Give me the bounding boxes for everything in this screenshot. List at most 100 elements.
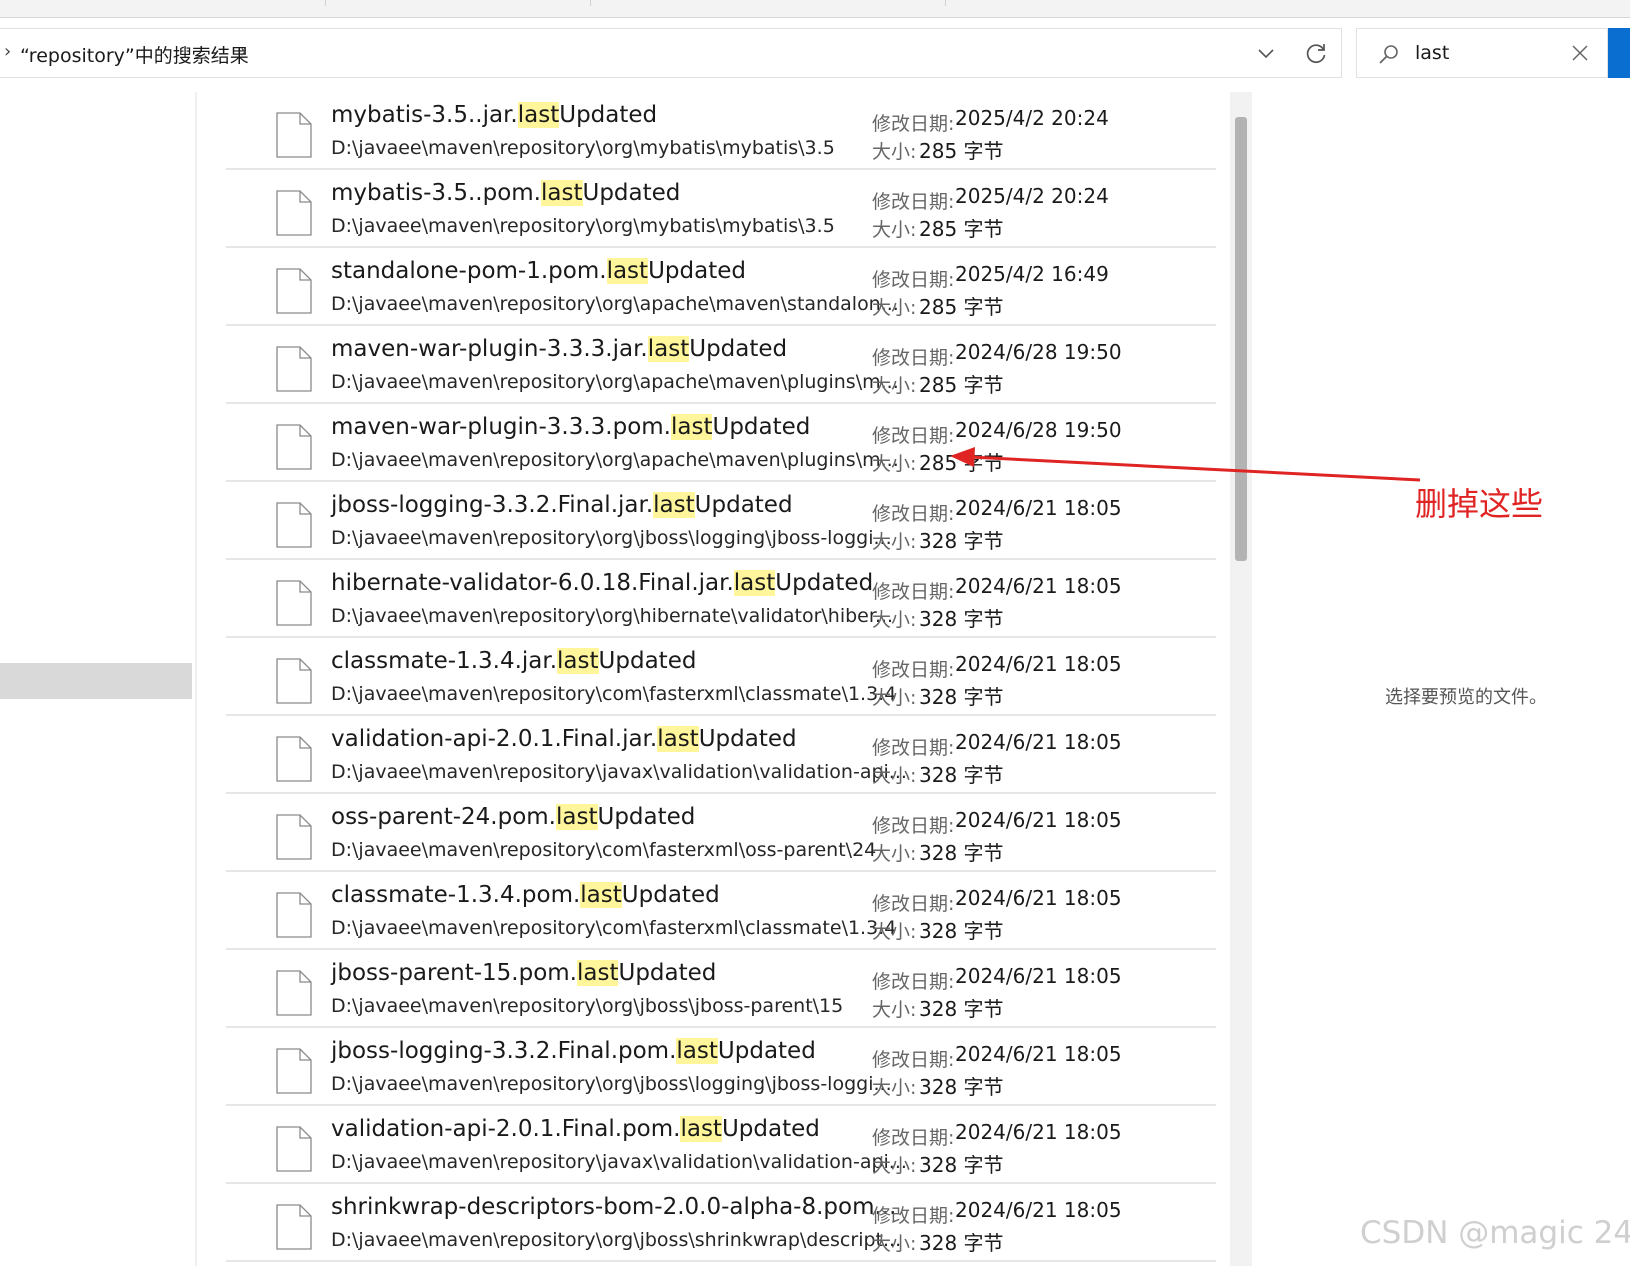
modified-label: 修改日期: xyxy=(872,113,955,135)
search-term-highlight: last xyxy=(517,102,560,128)
modified-date: 2024/6/21 18:05 xyxy=(955,652,1122,676)
file-name-prefix: hibernate-validator-6.0.18.Final.jar. xyxy=(331,570,734,596)
breadcrumb-chevron-right[interactable]: › xyxy=(240,41,247,62)
result-row[interactable]: hibernate-validator-6.0.18.Final.jar.las… xyxy=(226,560,1216,638)
file-icon xyxy=(276,580,312,626)
file-name-suffix: Updated xyxy=(694,492,793,518)
size-label: 大小: xyxy=(872,219,917,241)
file-name-suffix: Updated xyxy=(698,726,797,752)
result-row[interactable]: shrinkwrap-descriptors-bom-2.0.0-alpha-8… xyxy=(226,1184,1216,1262)
modified-label: 修改日期: xyxy=(872,737,955,759)
tab-separator xyxy=(590,0,591,6)
scrollbar-thumb[interactable] xyxy=(1235,117,1247,561)
file-path: D:\javaee\maven\repository\org\apache\ma… xyxy=(331,371,899,393)
file-icon xyxy=(276,736,312,782)
result-row[interactable]: validation-api-2.0.1.Final.jar.lastUpdat… xyxy=(226,716,1216,794)
search-term-highlight: last xyxy=(647,336,690,362)
search-term-highlight: last xyxy=(606,258,649,284)
file-path: D:\javaee\maven\repository\org\jboss\jbo… xyxy=(331,995,844,1017)
file-name[interactable]: mybatis-3.5..jar.lastUpdated xyxy=(331,102,657,128)
result-row[interactable]: oss-parent-24.pom.lastUpdated D:\javaee\m… xyxy=(226,794,1216,872)
file-path: D:\javaee\maven\repository\org\mybatis\m… xyxy=(331,137,835,159)
result-row[interactable]: jboss-logging-3.3.2.Final.pom.lastUpdate… xyxy=(226,1028,1216,1106)
file-name[interactable]: jboss-parent-15.pom.lastUpdated xyxy=(331,960,716,986)
file-path: D:\javaee\maven\repository\org\jboss\log… xyxy=(331,527,892,549)
file-name[interactable]: jboss-logging-3.3.2.Final.pom.lastUpdate… xyxy=(331,1038,816,1064)
chevron-down-icon[interactable] xyxy=(1255,43,1277,65)
result-row[interactable]: maven-war-plugin-3.3.3.pom.lastUpdated D:… xyxy=(226,404,1216,482)
modified-label: 修改日期: xyxy=(872,581,955,603)
file-name[interactable]: validation-api-2.0.1.Final.jar.lastUpdat… xyxy=(331,726,797,752)
file-name[interactable]: standalone-pom-1.pom.lastUpdated xyxy=(331,258,746,284)
file-path: D:\javaee\maven\repository\javax\validat… xyxy=(331,1151,907,1173)
file-size: 285 字节 xyxy=(919,139,1004,163)
file-size: 328 字节 xyxy=(919,763,1004,787)
result-row[interactable]: validation-api-2.0.1.Final.pom.lastUpdat… xyxy=(226,1106,1216,1184)
breadcrumb-chevron-left[interactable]: › xyxy=(4,41,11,62)
file-name-suffix: Updated xyxy=(721,1116,820,1142)
file-name[interactable]: hibernate-validator-6.0.18.Final.jar.las… xyxy=(331,570,873,596)
file-name-prefix: classmate-1.3.4.pom. xyxy=(331,882,581,908)
result-row[interactable]: classmate-1.3.4.pom.lastUpdated D:\javaee… xyxy=(226,872,1216,950)
file-path: D:\javaee\maven\repository\org\jboss\shr… xyxy=(331,1229,902,1251)
file-name[interactable]: mybatis-3.5..pom.lastUpdated xyxy=(331,180,680,206)
file-name-suffix: Updated xyxy=(618,960,717,986)
search-go-button[interactable] xyxy=(1608,28,1630,78)
file-name[interactable]: classmate-1.3.4.jar.lastUpdated xyxy=(331,648,696,674)
search-box[interactable]: last xyxy=(1356,28,1608,78)
refresh-icon[interactable] xyxy=(1303,41,1329,67)
result-row[interactable]: standalone-pom-1.pom.lastUpdated D:\javae… xyxy=(226,248,1216,326)
file-icon xyxy=(276,1126,312,1172)
breadcrumb-location[interactable]: “repository”中的搜索结果 xyxy=(20,41,249,68)
search-term-highlight: last xyxy=(680,1116,722,1142)
file-name[interactable]: jboss-logging-3.3.2.Final.jar.lastUpdate… xyxy=(331,492,793,518)
search-term-highlight: last xyxy=(557,648,599,674)
address-bar[interactable]: › “repository”中的搜索结果 › xyxy=(0,28,1342,78)
result-row[interactable]: jboss-parent-15.pom.lastUpdated D:\javaee… xyxy=(226,950,1216,1028)
modified-date: 2024/6/21 18:05 xyxy=(955,886,1122,910)
navigation-pane xyxy=(0,78,192,1266)
modified-date: 2024/6/21 18:05 xyxy=(955,964,1122,988)
size-label: 大小: xyxy=(872,141,917,163)
file-name-suffix: Updated xyxy=(559,102,658,128)
file-name-prefix: validation-api-2.0.1.Final.jar. xyxy=(331,726,658,752)
file-path: D:\javaee\maven\repository\org\apache\ma… xyxy=(331,449,899,471)
result-row[interactable]: mybatis-3.5..jar.lastUpdated D:\javaee\ma… xyxy=(226,92,1216,170)
file-name-suffix: Updated xyxy=(775,570,874,596)
file-name[interactable]: shrinkwrap-descriptors-bom-2.0.0-alpha-8… xyxy=(331,1194,896,1220)
file-name-prefix: maven-war-plugin-3.3.3.jar. xyxy=(331,336,648,362)
close-icon[interactable] xyxy=(1571,44,1589,62)
file-name[interactable]: maven-war-plugin-3.3.3.jar.lastUpdated xyxy=(331,336,787,362)
search-input[interactable]: last xyxy=(1415,42,1449,64)
modified-label: 修改日期: xyxy=(872,1127,955,1149)
modified-label: 修改日期: xyxy=(872,1205,955,1227)
search-term-highlight: last xyxy=(676,1038,718,1064)
size-label: 大小: xyxy=(872,453,917,475)
file-name-suffix: Updated xyxy=(597,804,696,830)
file-path: D:\javaee\maven\repository\javax\validat… xyxy=(331,761,907,783)
result-row[interactable]: classmate-1.3.4.jar.lastUpdated D:\javaee… xyxy=(226,638,1216,716)
file-name-prefix: jboss-logging-3.3.2.Final.jar. xyxy=(331,492,654,518)
result-row[interactable]: mybatis-3.5..pom.lastUpdated D:\javaee\ma… xyxy=(226,170,1216,248)
modified-date: 2024/6/21 18:05 xyxy=(955,730,1122,754)
size-label: 大小: xyxy=(872,1077,917,1099)
file-name[interactable]: maven-war-plugin-3.3.3.pom.lastUpdated xyxy=(331,414,810,440)
navigation-selected-item[interactable] xyxy=(0,663,192,699)
result-row[interactable]: jboss-logging-3.3.2.Final.jar.lastUpdate… xyxy=(226,482,1216,560)
file-name-suffix: Updated xyxy=(582,180,681,206)
modified-label: 修改日期: xyxy=(872,815,955,837)
file-name[interactable]: classmate-1.3.4.pom.lastUpdated xyxy=(331,882,720,908)
search-icon xyxy=(1379,45,1398,64)
watermark: CSDN @magic 245 xyxy=(1360,1215,1630,1251)
file-size: 328 字节 xyxy=(919,1231,1004,1255)
result-row[interactable]: maven-war-plugin-3.3.3.jar.lastUpdated D:… xyxy=(226,326,1216,404)
file-size: 328 字节 xyxy=(919,997,1004,1021)
pane-divider[interactable] xyxy=(195,92,197,1266)
file-size: 328 字节 xyxy=(919,529,1004,553)
file-name[interactable]: validation-api-2.0.1.Final.pom.lastUpdat… xyxy=(331,1116,820,1142)
file-name[interactable]: oss-parent-24.pom.lastUpdated xyxy=(331,804,695,830)
file-size: 328 字节 xyxy=(919,841,1004,865)
file-name-prefix: jboss-logging-3.3.2.Final.pom. xyxy=(331,1038,677,1064)
modified-date: 2024/6/28 19:50 xyxy=(955,418,1122,442)
modified-label: 修改日期: xyxy=(872,893,955,915)
